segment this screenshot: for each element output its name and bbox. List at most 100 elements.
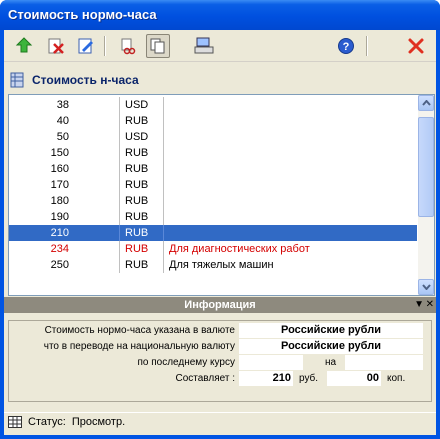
grid-caption: Стоимость н-часа (10, 70, 139, 90)
currency-cell: RUB (125, 163, 149, 175)
copy-button[interactable] (146, 34, 170, 58)
grid-caption-text: Стоимость н-часа (32, 73, 139, 87)
toolbar-separator (366, 36, 368, 56)
rate-value-cell: 150 (50, 147, 69, 159)
column-divider (163, 241, 164, 257)
currency-cell: RUB (125, 179, 149, 191)
kopecks-value: 00 (327, 371, 381, 386)
column-divider (119, 193, 120, 209)
edit-button[interactable] (74, 34, 98, 58)
currency-cell: RUB (125, 147, 149, 159)
note-cell: Для тяжелых машин (169, 259, 274, 271)
app-window: Стоимость нормо-часа ? Стоимость н-часа … (0, 0, 440, 439)
scroll-thumb[interactable] (418, 117, 434, 217)
table-row[interactable]: 38 USD (9, 97, 417, 113)
add-green-arrow-icon (15, 37, 33, 53)
table-row[interactable]: 40 RUB (9, 113, 417, 129)
rate-value-cell: 38 (56, 99, 69, 111)
table-row[interactable]: 150 RUB (9, 145, 417, 161)
toolbar: ? (4, 30, 436, 62)
close-form-button[interactable] (404, 34, 428, 58)
rate-grid[interactable]: 38 USD 40 RUB 50 USD 150 RUB 160 RUB 170 RUB 180 RUB 1… (8, 94, 435, 296)
table-row[interactable]: 160 RUB (9, 161, 417, 177)
national-currency-label: что в переводе на национальную валюту (43, 341, 235, 352)
window-client: ? Стоимость н-часа 38 USD 40 RUB 50 USD 150 RUB… (4, 30, 436, 435)
rate-value-cell: 40 (56, 115, 69, 127)
keyboard-icon (194, 37, 214, 54)
status-value: Просмотр. (71, 416, 126, 428)
info-header-label: Информация (184, 299, 256, 311)
column-divider (163, 129, 164, 145)
column-divider (119, 209, 120, 225)
column-divider (163, 177, 164, 193)
rate-value-cell: 160 (50, 163, 69, 175)
table-icon (10, 72, 24, 88)
rate-label: по последнему курсу (137, 357, 235, 368)
column-divider (119, 161, 120, 177)
rate-on-label: на (325, 357, 337, 368)
table-row[interactable]: 50 USD (9, 129, 417, 145)
svg-text:?: ? (343, 41, 350, 53)
scroll-down-button[interactable] (418, 279, 434, 295)
keyboard-button[interactable] (192, 34, 216, 58)
vertical-scrollbar[interactable] (418, 95, 434, 295)
currency-value: Российские рубли (239, 323, 423, 338)
currency-cell: RUB (125, 227, 149, 239)
rate-value-cell: 250 (50, 259, 69, 271)
rate-value-cell: 50 (56, 131, 69, 143)
help-button[interactable]: ? (334, 34, 358, 58)
column-divider (119, 97, 120, 113)
rubles-unit: руб. (299, 373, 319, 384)
column-divider (119, 129, 120, 145)
edit-pencil-icon (78, 38, 93, 54)
rate-value-cell: 180 (50, 195, 69, 207)
grid-rows: 38 USD 40 RUB 50 USD 150 RUB 160 RUB 170 RUB 180 RUB 1… (9, 97, 417, 273)
table-row[interactable]: 180 RUB (9, 193, 417, 209)
status-label: Статус: (28, 416, 66, 428)
window-title: Стоимость нормо-часа (8, 7, 157, 22)
rate-value (239, 355, 303, 370)
note-cell: Для диагностических работ (169, 243, 310, 255)
currency-label: Стоимость нормо-часа указана в валюте (44, 325, 235, 336)
currency-cell: RUB (125, 259, 149, 271)
scroll-up-button[interactable] (418, 95, 434, 111)
info-section-header[interactable]: Информация ▼ ✕ (4, 297, 436, 313)
national-currency-value: Российские рубли (239, 339, 423, 354)
chevron-up-icon (421, 100, 431, 106)
currency-cell: USD (125, 131, 149, 143)
copy-icon (150, 38, 165, 54)
total-label: Составляет : (175, 373, 235, 384)
table-row[interactable]: 250 RUB Для тяжелых машин (9, 257, 417, 273)
table-row[interactable]: 170 RUB (9, 177, 417, 193)
title-bar[interactable]: Стоимость нормо-часа (0, 0, 440, 30)
column-divider (119, 113, 120, 129)
table-row[interactable]: 234 RUB Для диагностических работ (9, 241, 417, 257)
close-red-x-icon (408, 38, 424, 54)
info-panel: Стоимость нормо-часа указана в валюте Ро… (8, 320, 432, 402)
delete-button[interactable] (44, 34, 68, 58)
column-divider (119, 177, 120, 193)
cut-icon (121, 38, 136, 55)
cut-button[interactable] (116, 34, 140, 58)
collapse-arrow-icon[interactable]: ▼ (414, 297, 424, 313)
table-row[interactable]: 190 RUB (9, 209, 417, 225)
column-divider (119, 257, 120, 273)
column-divider (163, 257, 164, 273)
column-divider (163, 145, 164, 161)
help-icon: ? (338, 38, 354, 54)
currency-cell: RUB (125, 211, 149, 223)
column-divider (119, 241, 120, 257)
rate-value-cell: 210 (50, 227, 69, 239)
add-button[interactable] (12, 34, 36, 58)
table-row[interactable]: 210 RUB (9, 225, 417, 241)
column-divider (163, 113, 164, 129)
currency-cell: RUB (125, 243, 149, 255)
column-divider (163, 161, 164, 177)
close-panel-icon[interactable]: ✕ (426, 297, 434, 313)
rate-value-cell: 190 (50, 211, 69, 223)
currency-cell: RUB (125, 195, 149, 207)
rate-date-value (345, 355, 423, 370)
column-divider (119, 225, 120, 241)
status-bar: Статус: Просмотр. (4, 412, 436, 435)
toolbar-separator (104, 36, 106, 56)
